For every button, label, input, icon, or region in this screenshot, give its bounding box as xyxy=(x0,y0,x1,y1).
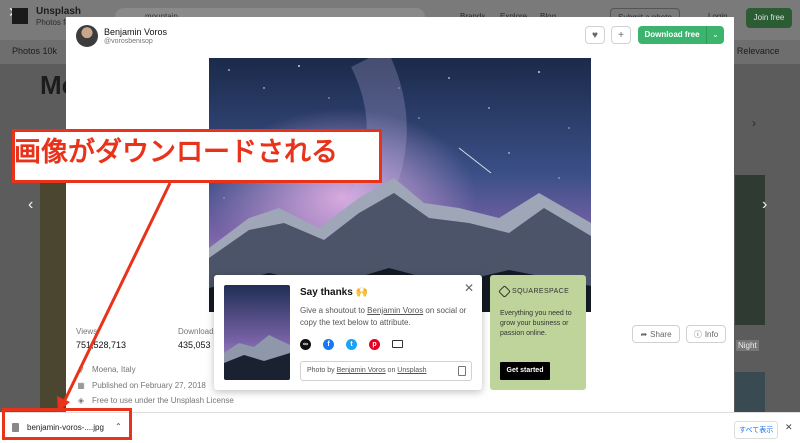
download-label[interactable]: Download free xyxy=(638,26,706,44)
share-arrow-icon: ➦ xyxy=(640,329,648,339)
shield-check-icon: ◈ xyxy=(77,396,85,405)
background-photo[interactable] xyxy=(735,372,765,412)
say-thanks-description: Give a shoutout to Benjamin Voros on soc… xyxy=(300,305,472,329)
location-text[interactable]: Moena, Italy xyxy=(92,365,136,374)
ad-brand: SQUARESPACE xyxy=(512,288,570,295)
info-icon: ⓘ xyxy=(693,329,702,339)
downloads-value: 435,053 xyxy=(178,340,211,350)
published-row: ▦ Published on February 27, 2018 xyxy=(76,381,206,390)
share-label: Share xyxy=(650,329,672,339)
brand-subtitle: Photos fo xyxy=(36,18,70,27)
published-text: Published on February 27, 2018 xyxy=(92,381,206,390)
location-pin-icon: ⚲ xyxy=(78,365,84,374)
downloads-label: Download xyxy=(178,327,214,336)
link-icon[interactable]: ∞ xyxy=(300,339,311,350)
brand-name: Unsplash xyxy=(36,6,82,17)
heart-icon: ♥ xyxy=(592,29,598,41)
join-free-button[interactable]: Join free xyxy=(746,8,792,28)
location-row[interactable]: ⚲ Moena, Italy xyxy=(76,365,136,374)
squarespace-logo: SQUARESPACE xyxy=(498,285,570,298)
author-link[interactable]: Benjamin Voros xyxy=(367,306,423,315)
close-icon[interactable]: ✕ xyxy=(464,281,474,295)
chevron-down-icon[interactable]: ⌄ xyxy=(706,26,724,44)
avatar[interactable] xyxy=(76,25,98,47)
annotation-highlight xyxy=(2,408,132,440)
social-share-row: ∞ f t p xyxy=(300,339,403,350)
email-icon[interactable] xyxy=(392,340,403,348)
sort-select[interactable]: y, Relevance xyxy=(728,46,779,56)
main-photo[interactable] xyxy=(209,58,591,312)
calendar-icon: ▦ xyxy=(77,381,85,390)
license-text[interactable]: Free to use under the Unsplash License xyxy=(92,396,234,405)
next-photo-icon[interactable]: › xyxy=(762,196,767,214)
close-icon[interactable]: ✕ xyxy=(785,422,793,433)
twitter-icon[interactable]: t xyxy=(346,339,357,350)
downloads-stat: Download 435,053 xyxy=(178,327,214,350)
info-label: Info xyxy=(704,329,719,339)
say-thanks-title: Say thanks 🙌 xyxy=(300,287,369,298)
credit-text: Photo by xyxy=(307,367,337,374)
annotation-text: 画像がダウンロードされる xyxy=(14,137,338,168)
views-label: Views xyxy=(76,327,98,336)
credit-text: on xyxy=(385,367,398,374)
scroll-right-icon[interactable]: › xyxy=(752,116,756,130)
say-thanks-popup: Say thanks 🙌 ✕ Give a shoutout to Benjam… xyxy=(214,275,482,390)
previous-photo-icon[interactable]: ‹ xyxy=(28,196,33,214)
background-photo[interactable] xyxy=(735,175,765,325)
desc-text: Give a shoutout to xyxy=(300,306,368,315)
ad-text: Everything you need to grow your busines… xyxy=(500,310,572,337)
squarespace-logo-icon xyxy=(498,285,511,298)
share-button[interactable]: ➦ Share xyxy=(632,325,680,343)
author-name[interactable]: Benjamin Voros xyxy=(104,27,167,37)
add-to-collection-button[interactable]: + xyxy=(611,26,631,44)
attribution-text-box[interactable]: Photo by Benjamin Voros on Unsplash xyxy=(300,361,472,381)
views-value: 751,528,713 xyxy=(76,340,127,350)
download-button[interactable]: Download free ⌄ xyxy=(638,26,724,44)
copy-icon[interactable] xyxy=(458,366,466,376)
thanks-photo-thumbnail xyxy=(224,285,290,380)
license-row[interactable]: ◈ Free to use under the Unsplash License xyxy=(76,396,234,405)
pinterest-icon[interactable]: p xyxy=(369,339,380,350)
photo-tag[interactable]: Night xyxy=(736,340,759,351)
views-stat: Views 751,528,713 xyxy=(76,327,126,350)
squarespace-ad[interactable]: SQUARESPACE Everything you need to grow … xyxy=(490,275,586,390)
credit-site-link[interactable]: Unsplash xyxy=(397,367,426,374)
plus-icon: + xyxy=(618,29,624,41)
like-button[interactable]: ♥ xyxy=(585,26,605,44)
facebook-icon[interactable]: f xyxy=(323,339,334,350)
background-photo[interactable] xyxy=(40,180,66,410)
author-handle[interactable]: @vorosbenisop xyxy=(104,38,167,45)
show-all-button[interactable]: すべて表示 xyxy=(734,421,779,439)
author-profile[interactable]: Benjamin Voros @vorosbenisop xyxy=(76,25,167,47)
unsplash-logo xyxy=(12,8,28,24)
get-started-button[interactable]: Get started xyxy=(500,362,550,380)
info-button[interactable]: ⓘ Info xyxy=(686,325,726,343)
credit-author-link[interactable]: Benjamin Voros xyxy=(337,367,386,374)
photos-tab[interactable]: Photos 10k xyxy=(12,46,57,56)
